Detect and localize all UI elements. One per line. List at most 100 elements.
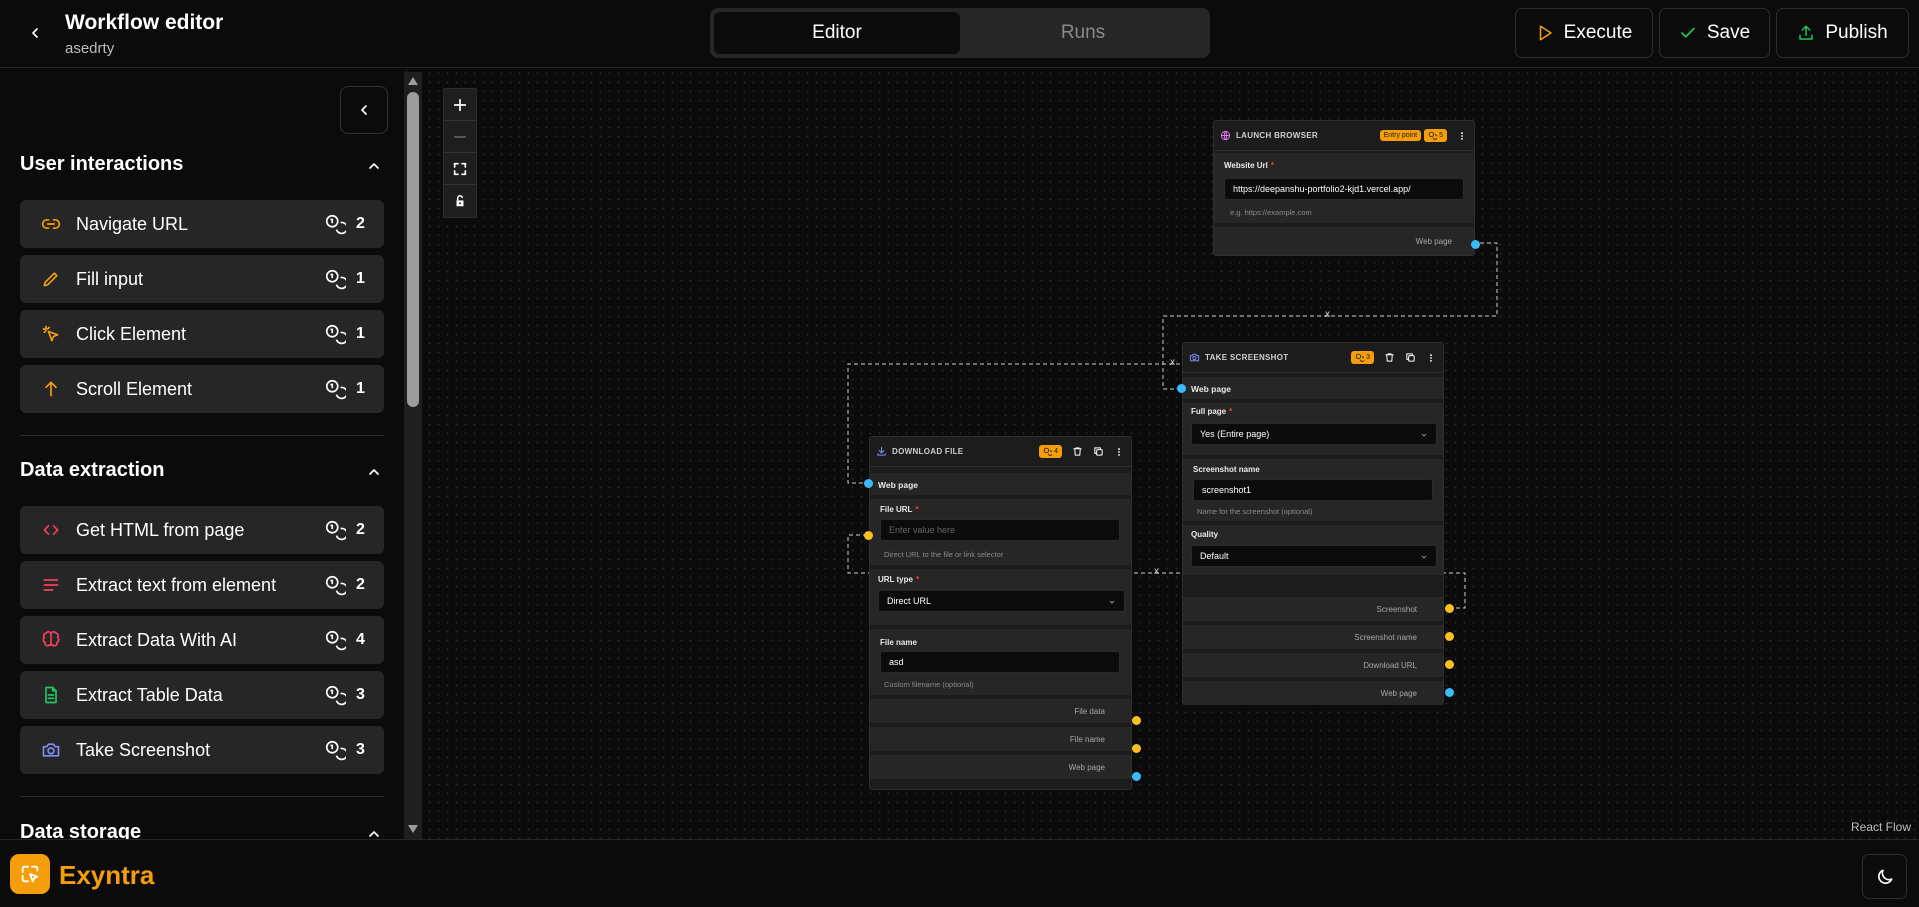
output-handle-screenshot-name[interactable] (1445, 632, 1454, 641)
chevron-down-icon (1421, 433, 1427, 437)
zoom-in-button[interactable] (444, 89, 476, 121)
input-label: File URL * (880, 505, 919, 514)
delete-edge-button[interactable]: x (1154, 566, 1159, 577)
node-take-screenshot[interactable]: TAKE SCREENSHOT 3 Web page Full page * Ye… (1177, 342, 1454, 705)
output-label: Screenshot (1376, 605, 1417, 614)
brand-name[interactable]: Exyntra (59, 860, 154, 891)
section-title-user-interactions[interactable]: User interactions (20, 153, 183, 176)
fit-view-button[interactable] (444, 153, 476, 185)
unlock-icon (456, 195, 464, 207)
camera-icon (40, 739, 62, 761)
code-icon (40, 519, 62, 541)
input-row-file-url: File URL * Enter value here Direct URL to… (870, 499, 1131, 565)
file-name-input[interactable]: asd (880, 651, 1120, 673)
output-row-web-page: Web page (870, 755, 1131, 779)
save-button[interactable]: Save (1659, 8, 1770, 58)
task-click-element[interactable]: Click Element 1 (20, 310, 384, 358)
task-take-screenshot[interactable]: Take Screenshot 3 (20, 726, 384, 774)
screenshot-name-input[interactable]: screenshot1 (1193, 479, 1433, 501)
task-extract-text[interactable]: Extract text from element 2 (20, 561, 384, 609)
node-title: DOWNLOAD FILE (892, 447, 964, 456)
select-value: Default (1200, 551, 1229, 561)
task-extract-table[interactable]: Extract Table Data 3 (20, 671, 384, 719)
output-handle-download-url[interactable] (1445, 660, 1454, 669)
task-navigate-url[interactable]: Navigate URL 2 (20, 200, 384, 248)
brand-logo[interactable] (10, 854, 50, 894)
task-credits: 1 (356, 325, 365, 342)
output-handle-file-name[interactable] (1132, 744, 1141, 753)
node-menu-button[interactable] (1425, 352, 1437, 364)
node-launch-browser[interactable]: LAUNCH BROWSER Entry point 5 Website Url… (1213, 120, 1480, 256)
delete-edge-button[interactable]: x (1325, 309, 1330, 320)
task-scroll-element[interactable]: Scroll Element 1 (20, 365, 384, 413)
task-label: Extract Table Data (76, 684, 223, 705)
collapse-sidebar-button[interactable] (340, 86, 388, 134)
section-title-data-storage[interactable]: Data storage (20, 821, 141, 839)
delete-node-button[interactable] (1071, 446, 1083, 458)
tab-editor[interactable]: Editor (714, 12, 960, 54)
output-row-download-url: Download URL (1183, 653, 1443, 677)
coins-icon (325, 269, 346, 290)
input-handle-web-page[interactable] (864, 479, 873, 488)
theme-toggle-button[interactable] (1862, 854, 1907, 899)
output-handle-web-page[interactable] (1471, 240, 1480, 249)
publish-button[interactable]: Publish (1776, 8, 1909, 58)
output-handle-file-data[interactable] (1132, 716, 1141, 725)
coins-icon (325, 685, 346, 706)
task-label: Extract text from element (76, 574, 277, 595)
sidebar-scroll-thumb[interactable] (407, 92, 419, 407)
file-url-input[interactable]: Enter value here (880, 519, 1120, 541)
node-download-file[interactable]: DOWNLOAD FILE 4 Web page File URL * Enter… (864, 436, 1141, 790)
coins-icon (325, 575, 346, 596)
task-label: Take Screenshot (76, 739, 211, 760)
full-page-select[interactable]: Yes (Entire page) (1191, 423, 1437, 445)
zoom-out-button[interactable] (444, 121, 476, 153)
chevron-up-icon[interactable] (366, 158, 382, 174)
back-button[interactable] (20, 18, 50, 48)
website-url-input[interactable]: https://deepanshu-portfolio2-kjd1.vercel… (1224, 178, 1464, 200)
scroll-down-arrow[interactable] (405, 822, 421, 836)
scroll-up-arrow[interactable] (405, 74, 421, 88)
node-menu-button[interactable] (1456, 130, 1468, 142)
section-title-data-extraction[interactable]: Data extraction (20, 459, 165, 482)
delete-edge-button[interactable]: x (1170, 357, 1175, 368)
top-bar: Workflow editor asedrty Editor Runs Exec… (0, 0, 1919, 68)
execute-label: Execute (1563, 22, 1633, 43)
chevron-down-icon (1421, 555, 1427, 559)
output-handle-web-page[interactable] (1132, 772, 1141, 781)
task-fill-input[interactable]: Fill input 1 (20, 255, 384, 303)
input-row-quality: Quality Default (1183, 525, 1443, 575)
play-icon (1539, 25, 1552, 41)
output-handle-screenshot[interactable] (1445, 604, 1454, 613)
input-handle-file-url[interactable] (864, 531, 873, 540)
task-get-html[interactable]: Get HTML from page 2 (20, 506, 384, 554)
output-handle-web-page[interactable] (1445, 688, 1454, 697)
input-label: Quality (1191, 530, 1219, 539)
delete-node-button[interactable] (1383, 352, 1395, 364)
duplicate-node-button[interactable] (1404, 352, 1416, 364)
select-value: Direct URL (887, 596, 932, 606)
moon-icon (1877, 869, 1892, 884)
lock-toggle-button[interactable] (444, 185, 476, 217)
chevron-up-icon[interactable] (366, 826, 382, 839)
coins-icon (325, 324, 346, 345)
flow-canvas[interactable] (425, 69, 1919, 839)
input-label: URL type * (878, 575, 920, 584)
view-tabs: Editor Runs (710, 8, 1210, 58)
page-title: Workflow editor (65, 11, 224, 34)
task-extract-data-ai[interactable]: Extract Data With AI 4 (20, 616, 384, 664)
task-label: Get HTML from page (76, 519, 245, 540)
tab-runs[interactable]: Runs (960, 12, 1206, 54)
url-type-select[interactable]: Direct URL (878, 590, 1125, 612)
input-handle-web-page[interactable] (1177, 384, 1186, 393)
quality-select[interactable]: Default (1191, 545, 1437, 567)
input-help-text: Name for the screenshot (optional) (1197, 507, 1313, 516)
input-label: File name (880, 638, 917, 647)
chevron-down-icon (1109, 600, 1115, 604)
execute-button[interactable]: Execute (1515, 8, 1653, 58)
node-menu-button[interactable] (1113, 446, 1125, 458)
react-flow-attribution[interactable]: React Flow (1851, 820, 1911, 834)
output-row-web-page: Web page (1183, 681, 1443, 705)
duplicate-node-button[interactable] (1092, 446, 1104, 458)
chevron-up-icon[interactable] (366, 464, 382, 480)
